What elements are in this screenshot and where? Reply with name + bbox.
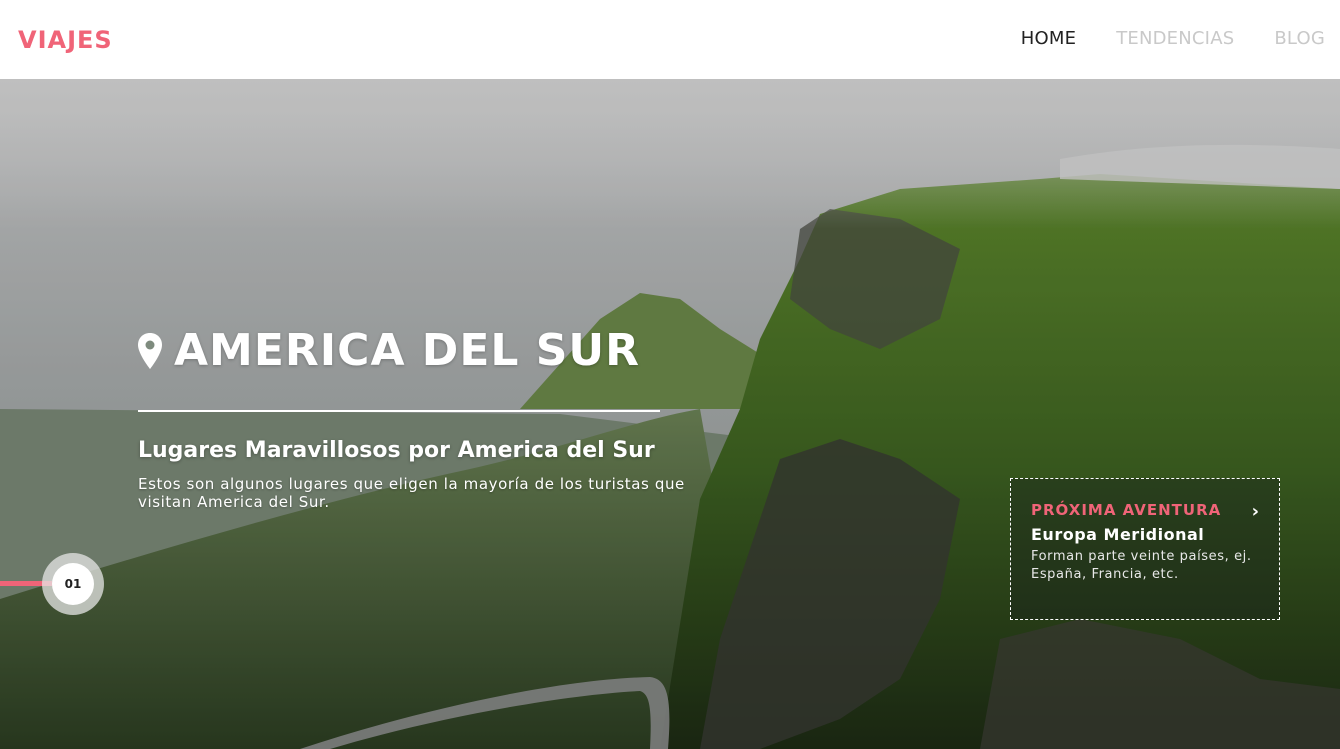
hero-content: AMERICA DEL SUR Lugares Maravillosos por… <box>138 325 718 511</box>
next-adventure-title: Europa Meridional <box>1031 525 1205 544</box>
title-divider <box>138 410 660 412</box>
hero-title-row: AMERICA DEL SUR <box>138 325 718 376</box>
slide-number: 01 <box>52 563 94 605</box>
hero-banner: AMERICA DEL SUR Lugares Maravillosos por… <box>0 79 1340 749</box>
location-pin-icon <box>138 332 162 369</box>
hero-subtitle: Lugares Maravillosos por America del Sur <box>138 438 655 463</box>
nav-tendencias[interactable]: TENDENCIAS <box>1116 28 1234 49</box>
logo[interactable]: VIAJES <box>18 26 113 54</box>
hero-description: Estos son algunos lugares que eligen la … <box>138 475 685 511</box>
next-adventure-card[interactable]: PRÓXIMA AVENTURA › Europa Meridional For… <box>1010 478 1280 620</box>
main-nav: HOME TENDENCIAS BLOG <box>1021 28 1325 49</box>
nav-blog[interactable]: BLOG <box>1274 28 1325 49</box>
header: VIAJES HOME TENDENCIAS BLOG <box>0 0 1340 79</box>
next-adventure-label: PRÓXIMA AVENTURA <box>1031 501 1222 519</box>
chevron-right-icon[interactable]: › <box>1252 501 1259 522</box>
nav-home[interactable]: HOME <box>1021 28 1076 49</box>
next-adventure-description: Forman parte veinte países, ej. España, … <box>1031 549 1252 582</box>
slide-indicator[interactable]: 01 <box>42 553 104 615</box>
hero-title: AMERICA DEL SUR <box>174 325 641 376</box>
